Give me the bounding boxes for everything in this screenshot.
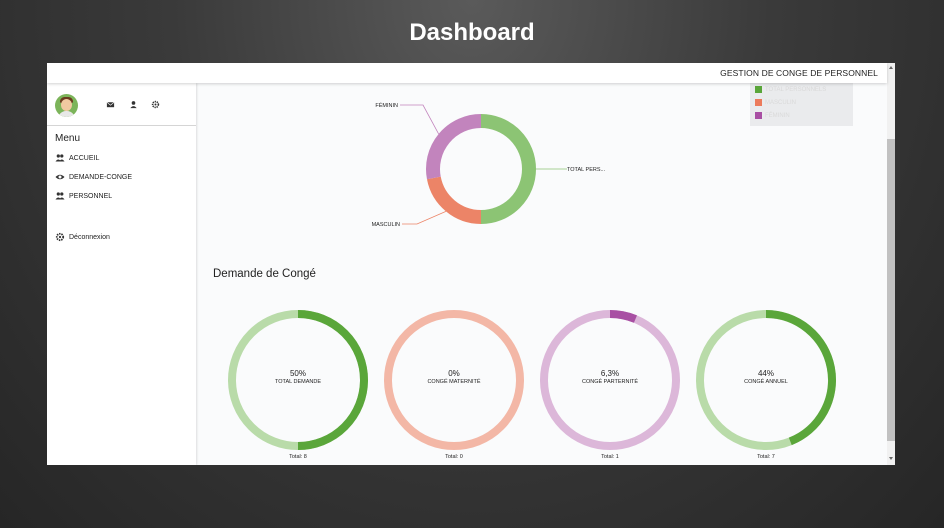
app-window: GESTION DE CONGE DE PERSONNEL Menu ACCUE… (47, 63, 895, 465)
legend-label: MASCULIN (765, 99, 797, 106)
sidebar-item-label: Déconnexion (69, 233, 110, 241)
gauge-total: Total: 1 (601, 454, 619, 460)
gauge-percent: 0% (448, 369, 460, 378)
users-icon (55, 192, 65, 200)
envelope-icon[interactable] (106, 100, 115, 109)
page-title: Dashboard (409, 19, 535, 46)
legend-swatch (755, 99, 762, 106)
sidebar-item-personnel[interactable]: PERSONNEL (55, 190, 112, 202)
gauge-label: TOTAL DEMANDE (274, 379, 322, 385)
sidebar-item-accueil[interactable]: ACCUEIL (55, 152, 99, 164)
user-icon[interactable] (129, 100, 138, 109)
avatar[interactable] (55, 94, 78, 117)
gauge-total-demande: 50% TOTAL DEMANDE Total: 8 (223, 306, 373, 464)
sidebar-item-label: DEMANDE-CONGE (69, 173, 133, 181)
section-title-demande: Demande de Congé (213, 268, 316, 280)
eye-icon (55, 174, 65, 180)
gauge-percent: 6,3% (600, 369, 620, 378)
gauge-label: CONGÉ MATERNITÉ (427, 379, 481, 385)
legend-label: FÉMININ (765, 112, 790, 119)
app-title: GESTION DE CONGE DE PERSONNEL (720, 68, 878, 78)
legend-swatch (755, 112, 762, 119)
sidebar-item-label: ACCUEIL (69, 154, 100, 162)
users-icon (55, 154, 65, 162)
gauge-value-arc[interactable] (609, 310, 637, 323)
donut-slice[interactable] (480, 114, 536, 224)
scroll-up-arrow-icon[interactable] (889, 66, 893, 69)
gauge-label: CONGÉ PARTERNITÉ (581, 379, 639, 385)
callout-label: FÉMININ (375, 102, 398, 109)
sidebar-divider (47, 125, 196, 126)
personnel-donut-chart: TOTAL PERS... MASCULIN FÉMININ (372, 102, 606, 228)
gauge-conge-annuel: 44% CONGÉ ANNUEL Total: 7 (691, 306, 841, 464)
donut-slice[interactable] (426, 176, 482, 224)
gauge-conge-maternite: 0% CONGÉ MATERNITÉ Total: 0 (379, 306, 529, 464)
callout-label: TOTAL PERS... (567, 167, 606, 173)
legend-item-total[interactable]: TOTAL PERSONNELS (755, 86, 826, 93)
gauge-percent: 44% (757, 369, 774, 378)
legend-swatch (755, 86, 762, 93)
gauge-total: Total: 8 (289, 454, 307, 460)
callout-line (402, 211, 447, 225)
gauge-conge-paternite: 6,3% CONGÉ PARTERNITÉ Total: 1 (535, 306, 685, 464)
legend-label: TOTAL PERSONNELS (765, 86, 827, 93)
gauge-percent: 50% (289, 369, 306, 378)
top-navbar: GESTION DE CONGE DE PERSONNEL (47, 63, 887, 83)
legend-item-feminin[interactable]: FÉMININ (755, 112, 790, 119)
chart-legend: TOTAL PERSONNELS MASCULIN FÉMININ (750, 83, 853, 126)
sidebar-item-demande-conge[interactable]: DEMANDE-CONGE (55, 171, 132, 183)
gear-icon (55, 232, 65, 242)
legend-item-masculin[interactable]: MASCULIN (755, 99, 796, 106)
sidebar: Menu ACCUEIL DEMANDE-CONGE PERSONNEL Déc… (47, 83, 196, 465)
gauge-total: Total: 0 (445, 454, 463, 460)
sidebar-item-deconnexion[interactable]: Déconnexion (55, 231, 110, 243)
sidebar-item-label: PERSONNEL (69, 192, 113, 200)
callout-line (400, 104, 439, 135)
scroll-thumb[interactable] (887, 139, 895, 441)
gauge-total: Total: 7 (757, 454, 775, 460)
scroll-down-arrow-icon[interactable] (889, 457, 893, 460)
callout-label: MASCULIN (372, 222, 400, 228)
menu-title: Menu (55, 133, 81, 144)
gauge-label: CONGÉ ANNUEL (744, 379, 788, 385)
donut-slice[interactable] (426, 114, 482, 180)
vertical-scrollbar[interactable] (887, 63, 895, 465)
gear-icon[interactable] (151, 100, 160, 109)
